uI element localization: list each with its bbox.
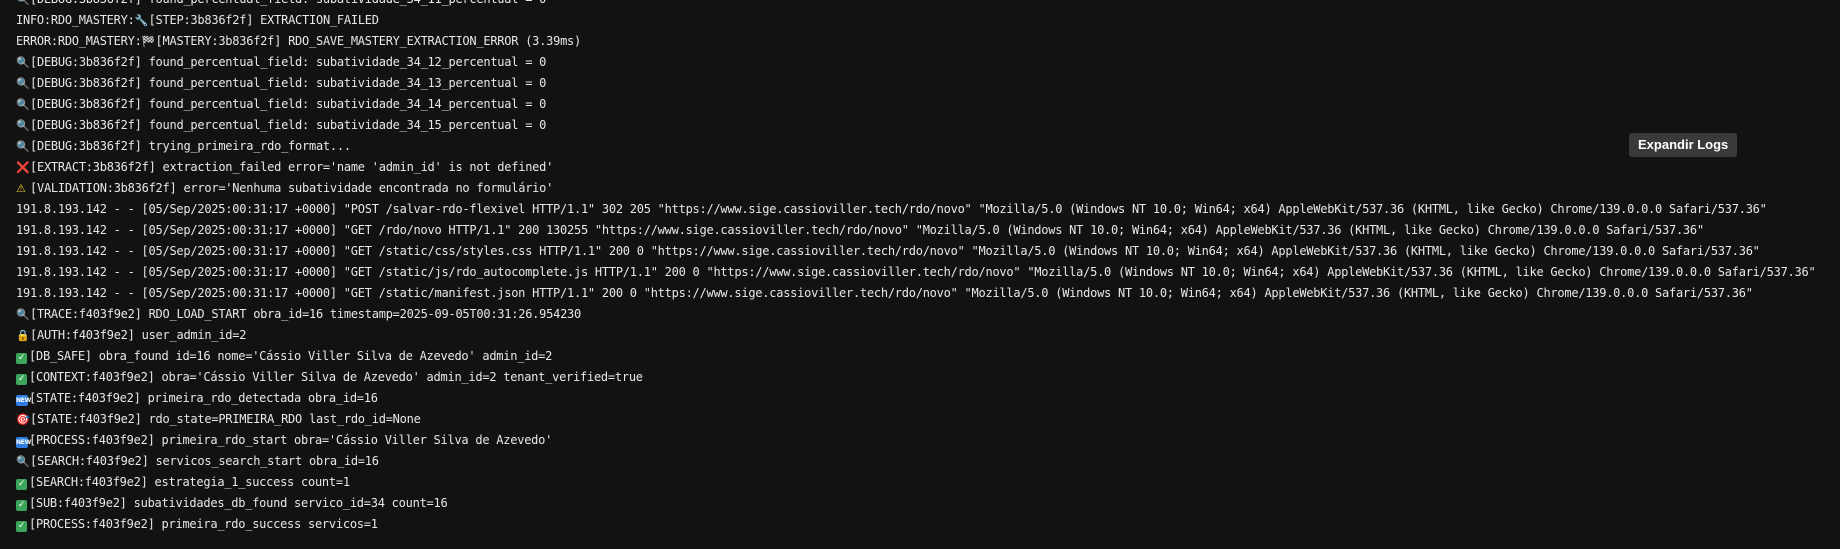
search-icon: 🔍 <box>16 77 30 90</box>
log-line-text: [DEBUG:3b836f2f] found_percentual_field:… <box>30 0 546 6</box>
log-line-text: [DB_SAFE] obra_found id=16 nome='Cássio … <box>29 349 553 363</box>
log-line: ERROR:RDO_MASTERY:🏁[MASTERY:3b836f2f] RD… <box>0 31 1840 52</box>
log-line-text: [DEBUG:3b836f2f] found_percentual_field:… <box>30 97 547 111</box>
log-line-text: [STATE:f403f9e2] rdo_state=PRIMEIRA_RDO … <box>30 412 421 426</box>
log-line-text: [SEARCH:f403f9e2] servicos_search_start … <box>30 454 379 468</box>
cross-mark-icon: ❌ <box>16 161 30 174</box>
search-icon: 🔍 <box>16 140 30 153</box>
wrench-icon: 🔧 <box>134 14 149 27</box>
log-output[interactable]: 🔍[DEBUG:3b836f2f] found_percentual_field… <box>0 0 1840 549</box>
new-badge-icon: NEW <box>16 395 31 406</box>
log-line: 191.8.193.142 - - [05/Sep/2025:00:31:17 … <box>0 262 1840 283</box>
new-badge-icon: NEW <box>16 437 31 448</box>
target-icon: 🎯 <box>16 413 30 426</box>
lock-icon: 🔒 <box>16 329 30 342</box>
log-line: 🔍[DEBUG:3b836f2f] found_percentual_field… <box>0 94 1840 115</box>
log-line-text: [VALIDATION:3b836f2f] error='Nenhuma sub… <box>30 181 554 195</box>
expand-logs-button[interactable]: Expandir Logs <box>1629 133 1738 157</box>
checkered-flag-icon: 🏁 <box>141 35 156 48</box>
log-line: ✓ [SUB:f403f9e2] subatividades_db_found s… <box>0 493 1840 514</box>
log-line-text: 191.8.193.142 - - [05/Sep/2025:00:31:17 … <box>16 202 1767 216</box>
check-mark-icon: ✓ <box>16 374 27 385</box>
log-line: 191.8.193.142 - - [05/Sep/2025:00:31:17 … <box>0 241 1840 262</box>
log-line-text: [DEBUG:3b836f2f] found_percentual_field:… <box>30 55 547 69</box>
log-line: 🔍[DEBUG:3b836f2f] found_percentual_field… <box>0 0 1840 10</box>
log-line: 🔍[TRACE:f403f9e2] RDO_LOAD_START obra_id… <box>0 304 1840 325</box>
log-line: 191.8.193.142 - - [05/Sep/2025:00:31:17 … <box>0 220 1840 241</box>
log-line: 191.8.193.142 - - [05/Sep/2025:00:31:17 … <box>0 283 1840 304</box>
log-line: NEW[PROCESS:f403f9e2] primeira_rdo_start… <box>0 430 1840 451</box>
log-line-text: [SEARCH:f403f9e2] estrategia_1_success c… <box>29 475 350 489</box>
search-icon: 🔍 <box>16 98 30 111</box>
log-line: ✓ [SEARCH:f403f9e2] estrategia_1_success … <box>0 472 1840 493</box>
log-line: 🔍[DEBUG:3b836f2f] found_percentual_field… <box>0 73 1840 94</box>
log-line: ✓ [DB_SAFE] obra_found id=16 nome='Cássio… <box>0 346 1840 367</box>
log-line: ⚠ [VALIDATION:3b836f2f] error='Nenhuma su… <box>0 178 1840 199</box>
log-line-text: [STATE:f403f9e2] primeira_rdo_detectada … <box>29 391 378 405</box>
log-line: INFO:RDO_MASTERY:🔧[STEP:3b836f2f] EXTRAC… <box>0 10 1840 31</box>
log-line: 🎯[STATE:f403f9e2] rdo_state=PRIMEIRA_RDO… <box>0 409 1840 430</box>
log-line-text: ERROR:RDO_MASTERY: <box>16 34 142 48</box>
check-mark-icon: ✓ <box>16 353 27 364</box>
log-line-text: [PROCESS:f403f9e2] primeira_rdo_success … <box>29 517 378 531</box>
check-mark-icon: ✓ <box>16 479 27 490</box>
log-line: NEW[STATE:f403f9e2] primeira_rdo_detecta… <box>0 388 1840 409</box>
search-icon: 🔍 <box>16 455 30 468</box>
search-icon: 🔍 <box>16 119 30 132</box>
search-icon: 🔍 <box>16 0 30 10</box>
log-line-text: [DEBUG:3b836f2f] trying_primeira_rdo_for… <box>30 139 351 153</box>
warning-icon: ⚠ <box>16 182 26 195</box>
log-line-text: [PROCESS:f403f9e2] primeira_rdo_start ob… <box>29 433 553 447</box>
log-line: ✓ [PROCESS:f403f9e2] primeira_rdo_success… <box>0 514 1840 535</box>
log-line: 🔍[DEBUG:3b836f2f] trying_primeira_rdo_fo… <box>0 136 1840 157</box>
log-line-text: 191.8.193.142 - - [05/Sep/2025:00:31:17 … <box>16 286 1753 300</box>
log-line-text: [CONTEXT:f403f9e2] obra='Cássio Viller S… <box>29 370 643 384</box>
log-line: 🔍[DEBUG:3b836f2f] found_percentual_field… <box>0 115 1840 136</box>
log-line: ❌[EXTRACT:3b836f2f] extraction_failed er… <box>0 157 1840 178</box>
check-mark-icon: ✓ <box>16 500 27 511</box>
log-line-text: [AUTH:f403f9e2] user_admin_id=2 <box>30 328 247 342</box>
search-icon: 🔍 <box>16 308 30 321</box>
log-line-text: INFO:RDO_MASTERY: <box>16 13 135 27</box>
log-line-text: [MASTERY:3b836f2f] RDO_SAVE_MASTERY_EXTR… <box>155 34 582 48</box>
log-line-text: [DEBUG:3b836f2f] found_percentual_field:… <box>30 118 547 132</box>
log-line-text: 191.8.193.142 - - [05/Sep/2025:00:31:17 … <box>16 265 1816 279</box>
search-icon: 🔍 <box>16 56 30 69</box>
log-line: 🔍[SEARCH:f403f9e2] servicos_search_start… <box>0 451 1840 472</box>
log-line: 191.8.193.142 - - [05/Sep/2025:00:31:17 … <box>0 199 1840 220</box>
log-line-text: [STEP:3b836f2f] EXTRACTION_FAILED <box>148 13 379 27</box>
log-line-text: 191.8.193.142 - - [05/Sep/2025:00:31:17 … <box>16 244 1760 258</box>
log-line-text: [SUB:f403f9e2] subatividades_db_found se… <box>29 496 448 510</box>
log-line-text: [TRACE:f403f9e2] RDO_LOAD_START obra_id=… <box>30 307 581 321</box>
log-line-text: [DEBUG:3b836f2f] found_percentual_field:… <box>30 76 547 90</box>
check-mark-icon: ✓ <box>16 521 27 532</box>
log-line-text: [EXTRACT:3b836f2f] extraction_failed err… <box>30 160 554 174</box>
log-line-text: 191.8.193.142 - - [05/Sep/2025:00:31:17 … <box>16 223 1704 237</box>
log-line: ✓ [CONTEXT:f403f9e2] obra='Cássio Viller … <box>0 367 1840 388</box>
log-line: 🔍[DEBUG:3b836f2f] found_percentual_field… <box>0 52 1840 73</box>
log-line: 🔒[AUTH:f403f9e2] user_admin_id=2 <box>0 325 1840 346</box>
